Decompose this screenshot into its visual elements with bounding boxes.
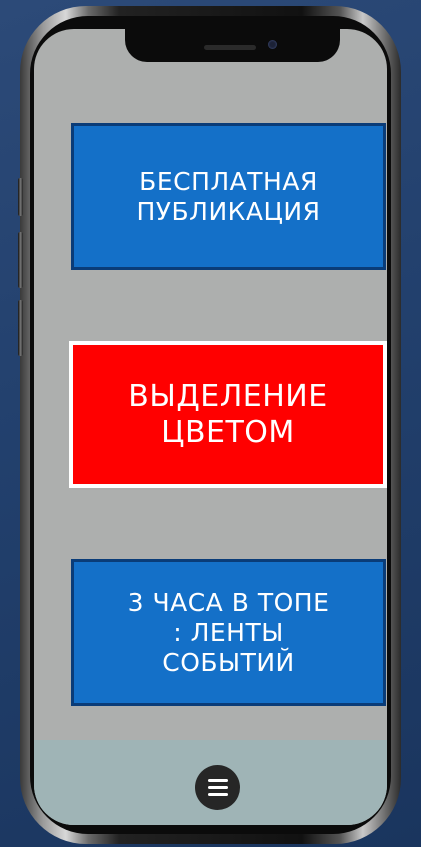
color-highlight-button[interactable]: ВЫДЕЛЕНИЕ ЦВЕТОМ [69,341,387,488]
speaker-grille [204,45,256,50]
top-feed-label-line2: : ЛЕНТЫ [173,617,284,647]
hamburger-menu-icon[interactable] [195,765,240,810]
side-button-volume-down [18,300,23,356]
menu-bar-top [207,779,228,782]
menu-bar-bottom [207,793,228,796]
free-publication-label-line2: ПУБЛИКАЦИЯ [136,196,321,226]
color-highlight-label-line1: ВЫДЕЛЕНИЕ [128,378,328,414]
top-feed-label-line1: 3 ЧАСА В ТОПЕ [127,587,330,617]
side-button-mute [18,178,23,216]
top-feed-3-hours-button[interactable]: 3 ЧАСА В ТОПЕ : ЛЕНТЫ СОБЫТИЙ [71,559,386,706]
top-feed-label-line3: СОБЫТИЙ [162,647,295,677]
menu-bar-middle [207,786,228,789]
front-camera [268,40,277,49]
free-publication-label-line1: БЕСПЛАТНАЯ [139,166,318,196]
color-highlight-label-line2: ЦВЕТОМ [161,414,295,450]
free-publication-button[interactable]: БЕСПЛАТНАЯ ПУБЛИКАЦИЯ [71,123,386,270]
side-button-volume-up [18,232,23,288]
